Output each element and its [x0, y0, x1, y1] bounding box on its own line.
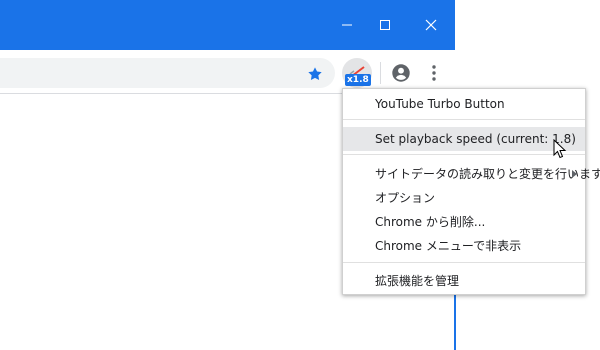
menu-item-manage-extensions[interactable]: 拡張機能を管理 [343, 269, 585, 293]
menu-item-remove[interactable]: Chrome から削除... [343, 210, 585, 234]
star-icon[interactable] [304, 63, 326, 85]
menu-item-extension-name[interactable]: YouTube Turbo Button [343, 92, 585, 116]
menu-item-site-data[interactable]: サイトデータの読み取りと変更を行います [343, 162, 600, 186]
maximize-icon [380, 20, 390, 30]
kebab-menu-icon[interactable] [424, 62, 444, 84]
address-bar[interactable] [0, 58, 335, 88]
menu-divider [343, 262, 585, 263]
menu-item-playback-speed[interactable]: Set playback speed (current: 1.8) [343, 127, 585, 151]
menu-item-site-data-label: サイトデータの読み取りと変更を行います [375, 167, 600, 181]
close-button[interactable] [408, 0, 454, 50]
close-icon [425, 19, 437, 31]
extension-context-menu: YouTube Turbo Button Set playback speed … [342, 88, 600, 295]
menu-divider [343, 154, 585, 155]
menu-divider [343, 119, 585, 120]
submenu-arrow-icon [572, 170, 577, 178]
extension-badge: x1.8 [345, 74, 371, 86]
title-bar [0, 0, 455, 50]
minimize-icon [342, 24, 352, 26]
menu-item-options[interactable]: オプション [343, 186, 585, 210]
menu-item-hide[interactable]: Chrome メニューで非表示 [343, 234, 585, 258]
mouse-pointer-icon [553, 139, 567, 159]
account-circle-icon[interactable] [390, 62, 412, 84]
maximize-button[interactable] [362, 0, 408, 50]
toolbar-divider [380, 62, 381, 84]
